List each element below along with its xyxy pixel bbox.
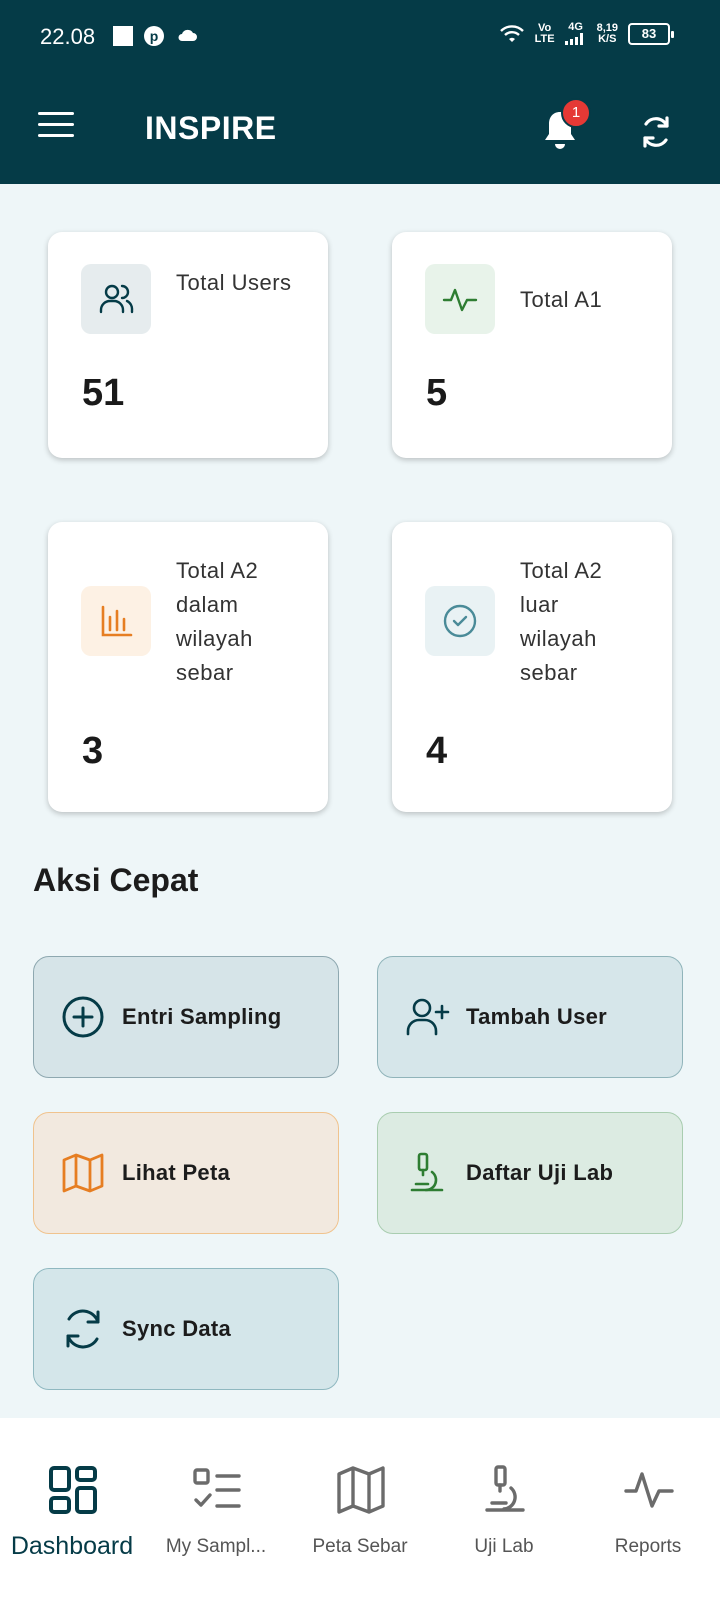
cloud-icon (178, 29, 197, 41)
notification-square-icon (113, 26, 133, 46)
daftar-uji-lab-button[interactable]: Daftar Uji Lab (377, 1112, 683, 1234)
signal-indicator: 4G (564, 21, 587, 45)
stat-value: 51 (82, 372, 125, 414)
quick-actions-title: Aksi Cepat (33, 862, 199, 898)
battery-icon: 83 (628, 22, 674, 45)
user-plus-icon (404, 994, 450, 1040)
map-icon (337, 1466, 385, 1514)
check-circle-icon (425, 586, 495, 656)
action-label: Lihat Peta (122, 1160, 231, 1185)
stat-card-total-a2-dalam[interactable]: Total A2 dalam wilayah sebar 3 (48, 522, 328, 812)
stat-label: Total A2 luar wilayah sebar (520, 558, 603, 685)
lihat-peta-button[interactable]: Lihat Peta (33, 1112, 339, 1234)
speed-value: 8,19 (596, 21, 618, 34)
nav-peta-sebar[interactable]: Peta Sebar (288, 1418, 432, 1600)
checklist-icon (193, 1468, 241, 1508)
speed-indicator: 8,19 K/S (596, 21, 618, 45)
stat-value: 5 (426, 372, 448, 414)
signal-label: 4G (568, 21, 583, 33)
status-indicators: Vo LTE 4G 8,19 K/S 83 (499, 21, 674, 45)
sync-icon (60, 1306, 106, 1352)
activity-icon (425, 264, 495, 334)
map-icon (60, 1150, 106, 1196)
entri-sampling-button[interactable]: Entri Sampling (33, 956, 339, 1078)
stat-label: Total A1 (520, 287, 603, 312)
sync-data-button[interactable]: Sync Data (33, 1268, 339, 1390)
action-label: Entri Sampling (122, 1004, 282, 1029)
status-bar: 22.08 p Vo LTE 4G 8,19 K/S 83 (0, 0, 720, 72)
pinterest-icon: p (144, 26, 164, 46)
app-title: INSPIRE (145, 110, 277, 146)
users-icon (81, 264, 151, 334)
nav-my-samples[interactable]: My Sampl... (144, 1418, 288, 1600)
action-label: Daftar Uji Lab (466, 1160, 614, 1185)
stat-label: Total Users (176, 270, 292, 295)
app-bar: INSPIRE 1 (0, 72, 720, 184)
action-label: Tambah User (466, 1004, 608, 1029)
nav-label: My Sampl... (165, 1536, 267, 1557)
volte-bottom: LTE (534, 32, 555, 45)
bar-chart-icon (81, 586, 151, 656)
speed-unit: K/S (598, 32, 617, 45)
notification-badge: 1 (561, 98, 591, 128)
tambah-user-button[interactable]: Tambah User (377, 956, 683, 1078)
nav-label: Dashboard (10, 1532, 134, 1560)
nav-dashboard[interactable]: Dashboard (0, 1418, 144, 1600)
stat-label: Total A2 dalam wilayah sebar (176, 558, 259, 685)
nav-label: Peta Sebar (312, 1536, 408, 1557)
stat-card-total-a2-luar[interactable]: Total A2 luar wilayah sebar 4 (392, 522, 672, 812)
status-time: 22.08 (40, 24, 96, 49)
volte-indicator: Vo LTE (534, 21, 555, 45)
signal-icon (564, 33, 583, 45)
action-label: Sync Data (122, 1316, 232, 1341)
nav-reports[interactable]: Reports (576, 1418, 720, 1600)
stat-value: 4 (426, 730, 448, 772)
activity-icon (624, 1472, 674, 1508)
sync-icon[interactable] (636, 112, 676, 152)
microscope-icon (404, 1150, 450, 1196)
menu-icon[interactable] (38, 112, 74, 140)
plus-circle-icon (60, 994, 106, 1040)
bottom-navigation: Dashboard My Sampl... Peta Sebar Uji Lab… (0, 1418, 720, 1600)
microscope-icon (485, 1465, 525, 1512)
wifi-icon (499, 24, 524, 42)
stat-card-total-users[interactable]: Total Users 51 (48, 232, 328, 458)
nav-uji-lab[interactable]: Uji Lab (432, 1418, 576, 1600)
nav-label: Uji Lab (474, 1536, 534, 1557)
stat-card-total-a1[interactable]: Total A1 5 (392, 232, 672, 458)
stat-value: 3 (82, 730, 104, 772)
dashboard-icon (49, 1466, 97, 1514)
volte-top: Vo (537, 21, 552, 34)
nav-label: Reports (614, 1536, 682, 1557)
